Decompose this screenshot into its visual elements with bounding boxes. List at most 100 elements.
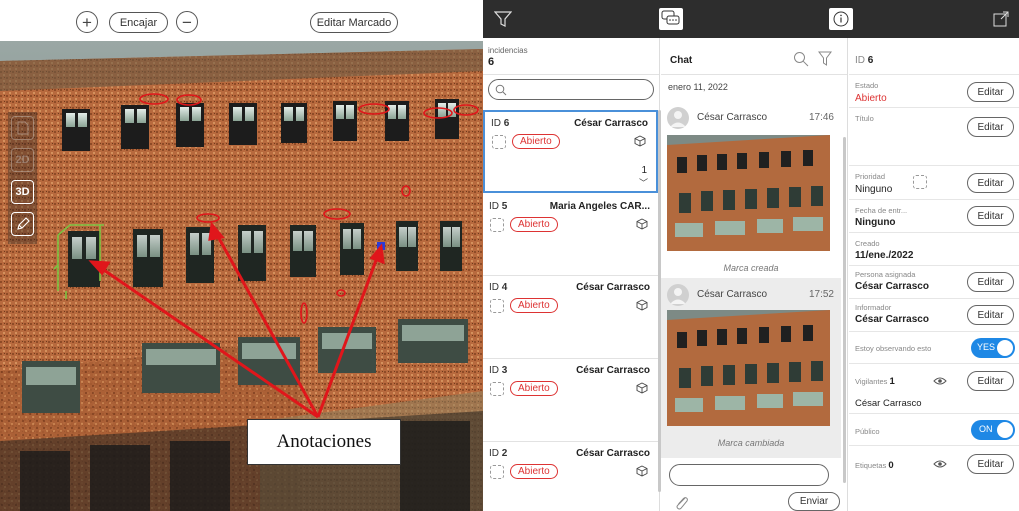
watchers-label: Vigilantes 1 [855, 376, 895, 387]
priority-label: Prioridad [855, 172, 886, 181]
status-badge: Abierto [510, 464, 558, 479]
edit-tags-button[interactable]: Editar [967, 454, 1014, 474]
detail-id-row: ID 6 [849, 38, 1019, 75]
expand-icon [993, 11, 1009, 27]
zoom-out-button[interactable]: − [176, 11, 198, 33]
3d-view-icon[interactable] [634, 135, 646, 147]
chat-message-input[interactable] [669, 464, 829, 486]
issue-id: ID 5 [489, 201, 508, 212]
issue-row[interactable]: ID 2 César Carrasco Abierto [483, 442, 658, 511]
paperclip-icon[interactable] [673, 494, 689, 510]
assignee-value: César Carrasco [855, 281, 929, 292]
edit-watchers-button[interactable]: Editar [967, 371, 1014, 391]
edit-due-date-button[interactable]: Editar [967, 206, 1014, 226]
issues-label: incidencias [488, 46, 528, 55]
detail-status-row: Estado Abierto Editar [849, 75, 1019, 108]
building-point-cloud[interactable] [0, 41, 483, 511]
chat-scrollbar[interactable] [843, 137, 846, 483]
markup-snapshot-image[interactable] [667, 310, 830, 426]
send-button[interactable]: Enviar [788, 492, 840, 511]
due-date-value: Ninguno [855, 217, 896, 228]
filter-icon [494, 11, 512, 27]
info-toggle-button[interactable] [829, 8, 853, 30]
viewer-tool-rail: 2D 3D [8, 112, 37, 244]
chat-toggle-button[interactable] [659, 8, 683, 30]
chat-message: César Carrasco 17:46 Marca creada [661, 98, 841, 284]
toggle-knob [997, 422, 1013, 438]
chat-message: César Carrasco 17:52 Marca cambiada [661, 278, 841, 458]
view-3d-button[interactable]: 3D [11, 180, 34, 204]
edit-markup-button[interactable]: Editar Marcado [310, 12, 398, 33]
status-label: Estado [855, 81, 879, 90]
app-window: + Encajar − Editar Marcado 2D 3D Anotaci… [0, 0, 1019, 511]
tags-label: Etiquetas 0 [855, 460, 894, 471]
info-icon [833, 11, 849, 27]
toggle-knob [997, 340, 1013, 356]
zoom-in-button[interactable]: + [76, 11, 98, 33]
priority-placeholder-icon [913, 175, 927, 189]
markup-snapshot-image[interactable] [667, 135, 830, 251]
point-cloud-viewer[interactable]: + Encajar − Editar Marcado 2D 3D Anotaci… [0, 0, 483, 511]
priority-placeholder-icon [490, 382, 504, 396]
expand-button[interactable] [989, 8, 1013, 30]
public-label: Público [855, 427, 880, 436]
issue-search-input[interactable] [488, 79, 654, 100]
3d-view-icon[interactable] [636, 218, 648, 230]
issue-list-header: incidencias 6 [483, 38, 659, 75]
status-badge: Abierto [512, 134, 560, 149]
plus-icon: + [82, 12, 92, 32]
priority-placeholder-icon [490, 465, 504, 479]
detail-public-row: Público ON [849, 414, 1019, 446]
app-topbar [483, 0, 1019, 38]
annotations-callout: Anotaciones [247, 419, 401, 465]
3d-view-icon[interactable] [636, 382, 648, 394]
issue-row[interactable]: ID 5 Maria Angeles CAR... Abierto [483, 195, 658, 276]
minus-icon: − [182, 12, 192, 32]
issues-panel: incidencias 6 ID 6 César Carrasco Abiert… [483, 0, 1019, 511]
public-toggle[interactable]: ON [971, 420, 1015, 440]
title-label: Título [855, 114, 874, 123]
eye-icon[interactable] [933, 459, 947, 469]
markup-pen-button[interactable] [11, 212, 34, 236]
detail-title-row: Título Editar [849, 108, 1019, 166]
document-icon [17, 121, 28, 135]
pen-icon [16, 217, 30, 230]
detail-tags-row: Etiquetas 0 Editar [849, 446, 1019, 482]
issue-row[interactable]: ID 4 César Carrasco Abierto [483, 276, 658, 359]
search-icon[interactable] [793, 51, 809, 67]
issue-assignee: César Carrasco [574, 118, 648, 129]
chevron-down-icon[interactable]: ﹀ [639, 176, 648, 189]
filter-button[interactable] [491, 8, 515, 30]
issue-row[interactable]: ID 3 César Carrasco Abierto [483, 359, 658, 442]
issue-row[interactable]: ID 6 César Carrasco Abierto 1 ﹀ [483, 110, 658, 193]
detail-watching-row: Estoy observando esto YES [849, 332, 1019, 364]
viewer-toolbar: + Encajar − Editar Marcado [0, 0, 483, 41]
detail-priority-row: Prioridad Ninguno Editar [849, 166, 1019, 200]
issue-detail-panel: ID 6 Estado Abierto Editar Título Editar… [849, 38, 1019, 511]
edit-assignee-button[interactable]: Editar [967, 272, 1014, 292]
watching-toggle-label: YES [977, 342, 996, 352]
edit-reporter-button[interactable]: Editar [967, 305, 1014, 325]
snapshot-thumbnail [667, 310, 830, 426]
comment-count: 1 [641, 165, 647, 176]
view-2d-button[interactable]: 2D [11, 148, 34, 172]
watching-toggle[interactable]: YES [971, 338, 1015, 358]
issue-id: ID 3 [489, 365, 508, 376]
message-time: 17:46 [808, 112, 834, 123]
document-view-button[interactable] [11, 116, 34, 140]
eye-icon[interactable] [933, 376, 947, 386]
edit-status-button[interactable]: Editar [967, 82, 1014, 102]
user-icon [670, 111, 686, 127]
created-label: Creado [855, 239, 880, 248]
issue-id: ID 2 [489, 448, 508, 459]
3d-view-icon[interactable] [636, 465, 648, 477]
watching-label: Estoy observando esto [855, 344, 932, 353]
issues-count: 6 [488, 56, 495, 68]
filter-icon[interactable] [818, 51, 832, 67]
avatar [667, 284, 689, 306]
status-value: Abierto [855, 93, 887, 104]
edit-title-button[interactable]: Editar [967, 117, 1014, 137]
fit-button[interactable]: Encajar [109, 12, 168, 33]
edit-priority-button[interactable]: Editar [967, 173, 1014, 193]
3d-view-icon[interactable] [636, 299, 648, 311]
